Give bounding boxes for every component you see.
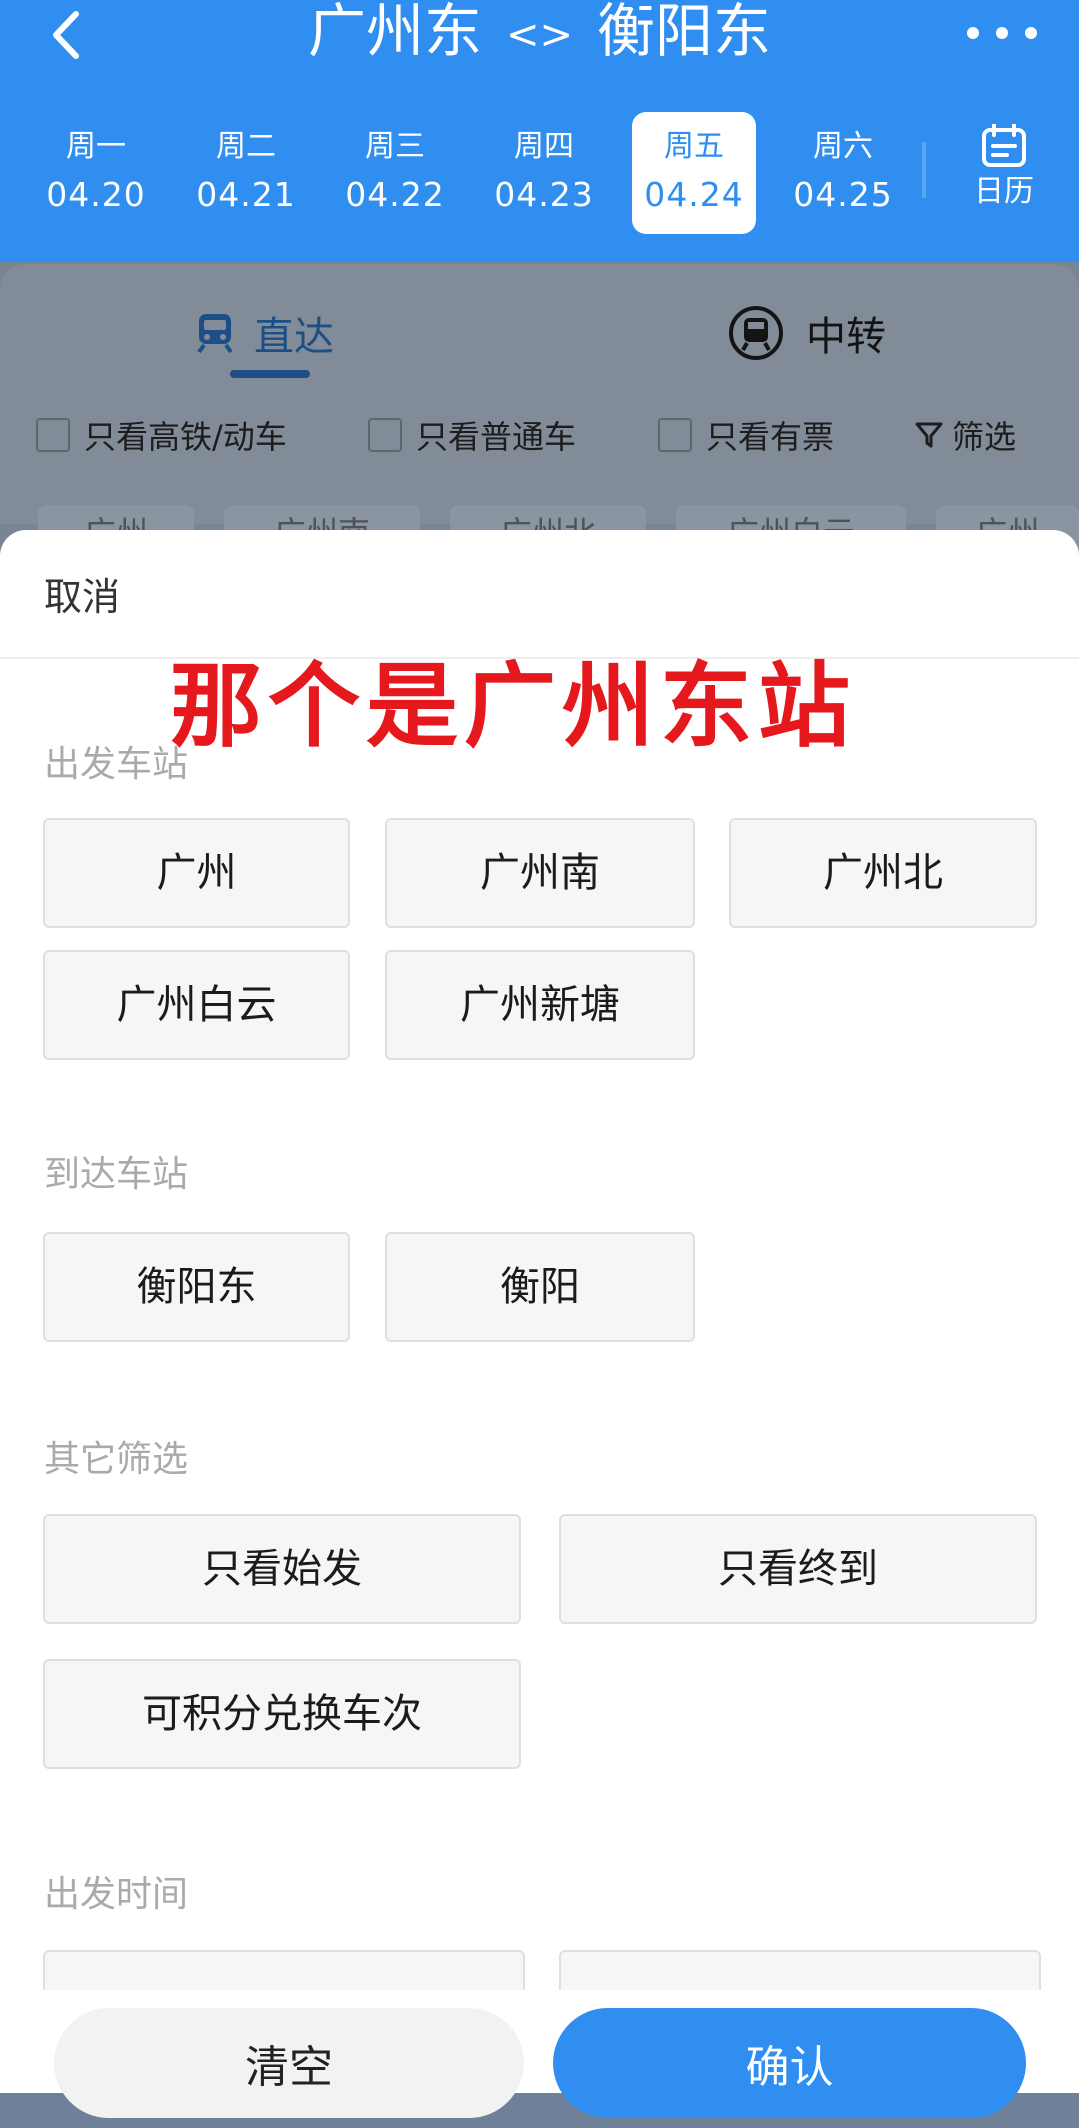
time-option[interactable] (559, 1950, 1041, 1992)
filter-label: 只看普通车 (416, 418, 577, 456)
calendar-label: 日历 (974, 174, 1034, 209)
weekday-label: 周二 (216, 129, 276, 164)
date-label: 04.21 (196, 175, 296, 214)
filter-high-speed[interactable]: 只看高铁/动车 (36, 410, 287, 460)
date-label: 04.20 (46, 175, 146, 214)
funnel-icon (915, 422, 943, 448)
weekday-label: 周四 (514, 129, 574, 164)
filter-has-ticket[interactable]: 只看有票 (658, 410, 834, 460)
weekday-label: 周一 (66, 129, 126, 164)
date-label: 04.24 (644, 175, 744, 214)
more-dot-icon (996, 27, 1008, 39)
departure-station-option[interactable]: 广州北 (729, 818, 1037, 928)
tab-transfer-label: 中转 (806, 314, 886, 360)
other-filter-option[interactable]: 只看始发 (43, 1514, 521, 1624)
departure-station-option[interactable]: 广州白云 (43, 950, 350, 1060)
more-button[interactable] (967, 8, 1037, 58)
filter-normal[interactable]: 只看普通车 (368, 410, 576, 460)
route-title: 广州东 <> 衡阳东 (0, 0, 1079, 70)
top-header: 广州东 <> 衡阳东 周一 04.20 周二 04.21 周三 04.22 周四 0… (0, 0, 1079, 262)
calendar-icon (982, 123, 1026, 167)
cancel-button[interactable]: 取消 (44, 570, 120, 624)
to-station[interactable]: 衡阳东 (597, 0, 771, 65)
weekday-label: 周五 (664, 129, 724, 164)
section-title-departure: 出发车站 (44, 744, 189, 785)
date-label: 04.22 (345, 175, 445, 214)
date-label: 04.25 (793, 175, 893, 214)
tab-direct[interactable]: 直达 (196, 298, 334, 368)
section-title-arrival: 到达车站 (44, 1154, 189, 1195)
filter-label: 只看有票 (706, 418, 835, 456)
transfer-icon (729, 306, 783, 360)
tab-direct-label: 直达 (254, 314, 334, 360)
date-tab[interactable]: 周二 04.21 (184, 112, 308, 234)
arrival-station-option[interactable]: 衡阳 (385, 1232, 695, 1342)
date-tab[interactable]: 周六 04.25 (781, 112, 905, 234)
date-tab[interactable]: 周三 04.22 (333, 112, 457, 234)
other-filter-option[interactable]: 可积分兑换车次 (43, 1659, 521, 1769)
time-option[interactable] (43, 1950, 525, 1992)
filter-button[interactable]: 筛选 (914, 410, 1016, 460)
train-icon (197, 314, 233, 354)
overlay-caption: 那个是广州东站 (170, 653, 857, 760)
checkbox[interactable] (368, 418, 402, 452)
date-label: 04.23 (494, 175, 594, 214)
divider (922, 142, 926, 198)
section-title-other: 其它筛选 (44, 1439, 189, 1480)
from-station[interactable]: 广州东 (308, 0, 482, 65)
more-dot-icon (1025, 27, 1037, 39)
checkbox[interactable] (658, 418, 692, 452)
departure-station-option[interactable]: 广州南 (385, 818, 695, 928)
date-tab-selected[interactable]: 周五 04.24 (632, 112, 756, 234)
date-tab[interactable]: 周四 04.23 (482, 112, 606, 234)
arrival-station-option[interactable]: 衡阳东 (43, 1232, 350, 1342)
swap-icon[interactable]: <> (506, 12, 573, 58)
clear-button[interactable]: 清空 (54, 2008, 524, 2118)
weekday-label: 周三 (365, 129, 425, 164)
tab-indicator (230, 370, 310, 378)
weekday-label: 周六 (813, 129, 873, 164)
other-filter-option[interactable]: 只看终到 (559, 1514, 1037, 1624)
checkbox[interactable] (36, 418, 70, 452)
calendar-button[interactable]: 日历 (964, 123, 1044, 212)
filter-label: 只看高铁/动车 (84, 418, 287, 456)
tab-transfer[interactable]: 中转 (728, 298, 886, 368)
date-tab[interactable]: 周一 04.20 (34, 112, 158, 234)
confirm-button[interactable]: 确认 (553, 2008, 1026, 2118)
filter-label: 筛选 (952, 418, 1017, 456)
departure-station-option[interactable]: 广州 (43, 818, 350, 928)
section-title-time: 出发时间 (44, 1874, 189, 1915)
more-dot-icon (967, 27, 979, 39)
results-card (0, 264, 1079, 524)
departure-station-option[interactable]: 广州新塘 (385, 950, 695, 1060)
